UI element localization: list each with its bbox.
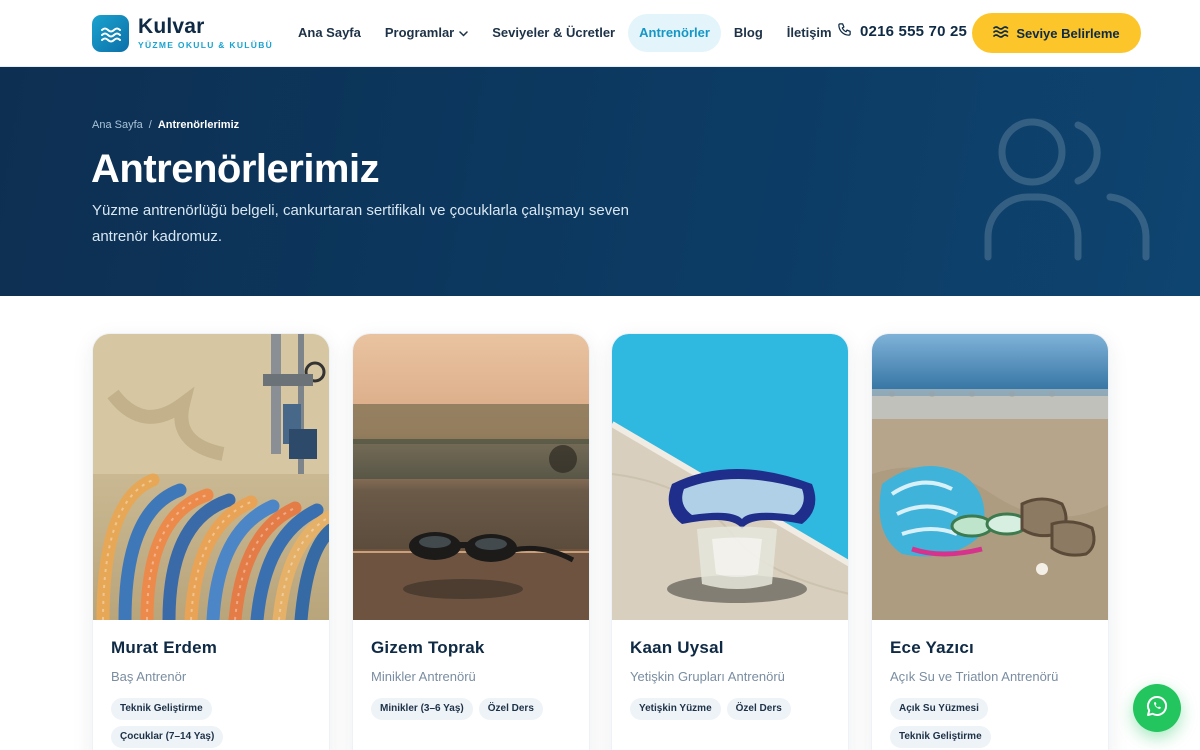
nav-item-iletisim[interactable]: İletişim	[776, 14, 843, 52]
brand-tagline: YÜZME OKULU & KULÜBÜ	[138, 40, 274, 50]
users-icon	[980, 107, 1160, 272]
coach-tags: Yetişkin Yüzme Özel Ders	[630, 698, 830, 726]
phone-link[interactable]: 0216 555 70 25	[837, 22, 967, 41]
nav-item-programlar[interactable]: Programlar	[374, 14, 479, 52]
nav-item-antrenorler[interactable]: Antrenörler	[628, 14, 721, 52]
chevron-down-icon	[459, 14, 468, 52]
coach-role: Yetişkin Grupları Antrenörü	[630, 669, 785, 684]
nav-label: Ana Sayfa	[298, 25, 361, 40]
coach-name: Ece Yazıcı	[890, 638, 974, 657]
coach-tags: Minikler (3–6 Yaş) Özel Ders	[371, 698, 571, 726]
nav-label: Programlar	[384, 25, 455, 40]
coach-name: Gizem Toprak	[371, 638, 485, 657]
brand-logo[interactable]: Kulvar YÜZME OKULU & KULÜBÜ	[92, 15, 273, 52]
coach-role: Minikler Antrenörü	[371, 669, 476, 684]
nav-label: Seviyeler & Ücretler	[492, 25, 616, 40]
coach-photo-lane-ropes	[93, 334, 329, 620]
coach-role: Açık Su ve Triatlon Antrenörü	[890, 669, 1059, 684]
main-nav: Ana Sayfa Programlar Seviyeler & Ücretle…	[287, 14, 845, 52]
page-description: Yüzme antrenörlüğü belgeli, cankurtaran …	[92, 202, 629, 245]
coach-photo-beach-gear	[872, 334, 1108, 620]
site-header: Kulvar YÜZME OKULU & KULÜBÜ Ana Sayfa Pr…	[0, 0, 1200, 67]
coach-tag: Teknik Geliştirme	[111, 698, 212, 720]
page-title: Antrenörlerimiz	[91, 147, 380, 191]
nav-item-ana-sayfa[interactable]: Ana Sayfa	[287, 14, 372, 52]
coach-photo-goggles-pool	[353, 334, 589, 620]
phone-number: 0216 555 70 25	[860, 23, 968, 40]
cta-label: Seviye Belirleme	[1016, 25, 1120, 41]
breadcrumb: Ana Sayfa / Antrenörlerimiz	[92, 119, 239, 131]
coach-tag: Yetişkin Yüzme	[630, 698, 721, 720]
breadcrumb-home[interactable]: Ana Sayfa	[92, 119, 143, 131]
nav-label: Blog	[733, 25, 763, 40]
whatsapp-icon	[1145, 694, 1169, 723]
coach-name: Murat Erdem	[111, 638, 218, 657]
waves-icon	[993, 25, 1009, 42]
brand-name: Kulvar	[138, 15, 205, 38]
coach-grid: Murat Erdem Baş Antrenör Teknik Geliştir…	[92, 333, 1109, 750]
coach-card[interactable]: Ece Yazıcı Açık Su ve Triatlon Antrenörü…	[871, 333, 1109, 750]
coach-name: Kaan Uysal	[630, 638, 724, 657]
coach-tag: Özel Ders	[726, 698, 791, 720]
coach-tag: Teknik Geliştirme	[890, 726, 991, 748]
page-hero: Ana Sayfa / Antrenörlerimiz Antrenörleri…	[0, 67, 1200, 296]
whatsapp-button[interactable]	[1133, 684, 1181, 732]
nav-label: İletişim	[786, 25, 832, 40]
nav-item-blog[interactable]: Blog	[723, 14, 774, 52]
coach-tag: Özel Ders	[478, 698, 543, 720]
coach-photo-diving-mask	[612, 334, 848, 620]
nav-item-seviyeler[interactable]: Seviyeler & Ücretler	[481, 14, 626, 52]
coach-tags: Açık Su Yüzmesi Teknik Geliştirme	[890, 698, 1090, 750]
coach-tag: Çocuklar (7–14 Yaş)	[111, 726, 224, 748]
nav-label: Antrenörler	[639, 25, 710, 40]
breadcrumb-separator: /	[148, 119, 152, 131]
coach-card[interactable]: Gizem Toprak Minikler Antrenörü Minikler…	[352, 333, 590, 750]
breadcrumb-current: Antrenörlerimiz	[157, 119, 240, 131]
level-assessment-button[interactable]: Seviye Belirleme	[972, 13, 1141, 53]
waves-icon	[92, 15, 129, 52]
coach-tag: Açık Su Yüzmesi	[890, 698, 988, 720]
coach-card[interactable]: Murat Erdem Baş Antrenör Teknik Geliştir…	[92, 333, 330, 750]
coach-tag: Minikler (3–6 Yaş)	[371, 698, 473, 720]
coach-card[interactable]: Kaan Uysal Yetişkin Grupları Antrenörü Y…	[611, 333, 849, 750]
coach-tags: Teknik Geliştirme Çocuklar (7–14 Yaş)	[111, 698, 311, 750]
phone-icon	[837, 22, 852, 41]
coach-role: Baş Antrenör	[111, 669, 187, 684]
